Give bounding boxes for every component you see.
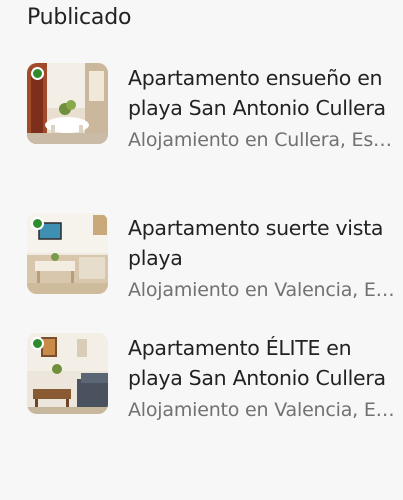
published-status-dot xyxy=(31,67,44,80)
listing-item[interactable]: Apartamento suerte vista playa Alojamien… xyxy=(27,213,403,333)
listing-location: Alojamiento en Valencia, España xyxy=(128,279,403,301)
published-status-dot xyxy=(31,337,44,350)
listing-photo xyxy=(27,333,108,414)
listing-location: Alojamiento en Cullera, España xyxy=(128,129,403,151)
listing-title: Apartamento suerte vista playa xyxy=(128,216,384,270)
listing-location: Alojamiento en Valencia, España xyxy=(128,399,403,421)
section-title: Publicado xyxy=(27,5,132,30)
listing-item[interactable]: Apartamento ensueño en playa San Antonio… xyxy=(27,63,403,183)
listing-item[interactable]: Apartamento ÉLITE en playa San Antonio C… xyxy=(27,333,403,453)
listing-photo xyxy=(27,63,108,144)
listing-photo xyxy=(27,213,108,294)
listing-title: Apartamento ÉLITE en playa San Antonio C… xyxy=(128,336,386,390)
listing-title: Apartamento ensueño en playa San Antonio… xyxy=(128,66,386,120)
published-status-dot xyxy=(31,217,44,230)
